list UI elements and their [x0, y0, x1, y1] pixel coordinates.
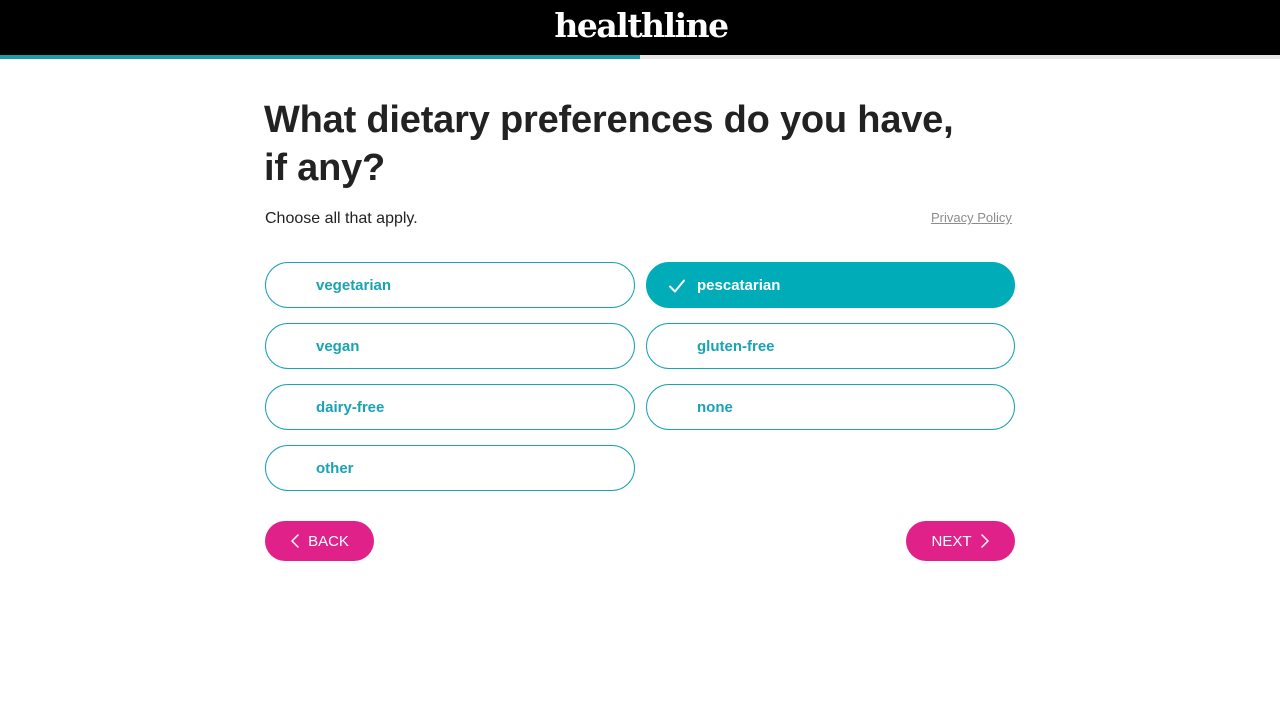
option-label: vegan [316, 338, 360, 355]
progress-bar [0, 55, 1280, 59]
option-label: vegetarian [316, 277, 392, 294]
privacy-policy-link[interactable]: Privacy Policy [931, 209, 1012, 227]
options-grid: vegetarian pescatarian vegan gluten-free… [265, 262, 1015, 491]
option-label: dairy-free [316, 399, 385, 416]
option-label: none [697, 399, 733, 416]
back-button-label: BACK [308, 532, 349, 550]
next-button-label: NEXT [931, 532, 972, 550]
option-pescatarian[interactable]: pescatarian [646, 262, 1015, 308]
option-label: other [316, 460, 354, 477]
back-button[interactable]: BACK [265, 521, 374, 561]
question-subtitle: Choose all that apply. [265, 210, 418, 227]
checkmark-icon [669, 279, 685, 293]
option-dairy-free[interactable]: dairy-free [265, 384, 635, 430]
next-button[interactable]: NEXT [906, 521, 1015, 561]
option-vegetarian[interactable]: vegetarian [265, 262, 635, 308]
progress-bar-fill [0, 55, 640, 59]
chevron-right-icon [980, 534, 989, 548]
option-vegan[interactable]: vegan [265, 323, 635, 369]
top-header-bar: healthline [0, 0, 1280, 55]
option-other[interactable]: other [265, 445, 635, 491]
chevron-left-icon [291, 534, 299, 548]
option-none[interactable]: none [646, 384, 1015, 430]
option-label: gluten-free [697, 338, 775, 355]
healthline-logo[interactable]: healthline [554, 6, 729, 45]
option-label: pescatarian [697, 277, 781, 294]
option-gluten-free[interactable]: gluten-free [646, 323, 1015, 369]
question-title: What dietary preferences do you have, if… [264, 99, 954, 189]
